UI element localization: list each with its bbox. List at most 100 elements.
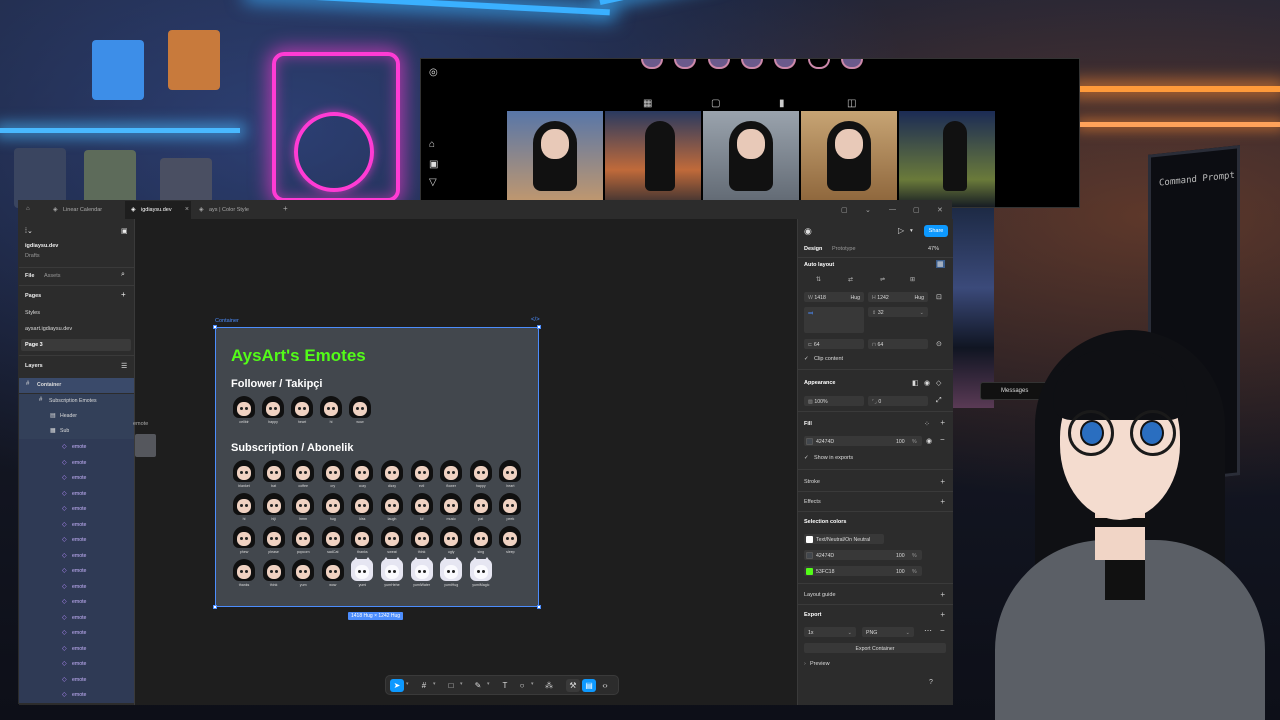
sidebar-toggle-icon[interactable]: ▣ bbox=[121, 227, 128, 235]
emote-tile[interactable]: thanks bbox=[231, 559, 257, 589]
resize-handle[interactable] bbox=[537, 605, 541, 609]
emote-tile[interactable]: kiss bbox=[349, 493, 375, 523]
grid-icon[interactable]: ⊞ bbox=[910, 276, 915, 283]
preview-label[interactable]: Preview bbox=[810, 661, 830, 667]
emote-tile[interactable]: peek bbox=[497, 493, 523, 523]
preview-toggle-icon[interactable]: › bbox=[804, 661, 806, 667]
layer-emote[interactable]: ◇ emote bbox=[19, 532, 134, 548]
selection-color-row[interactable]: 53FC18 100% bbox=[804, 566, 922, 576]
layer-emote[interactable]: ◇ emote bbox=[19, 439, 134, 455]
search-icon[interactable]: ⌕ bbox=[121, 271, 125, 279]
emote-tile[interactable]: sing bbox=[468, 526, 494, 556]
emote-tile[interactable]: flower bbox=[438, 460, 464, 490]
story-avatar[interactable] bbox=[641, 59, 663, 69]
explore-icon[interactable]: ▽ bbox=[429, 177, 437, 188]
tab-linear-calendar[interactable]: ◈ Linear Calendar bbox=[47, 201, 123, 219]
alignment-grid[interactable]: ⫤ bbox=[804, 307, 864, 333]
help-button[interactable]: ? bbox=[925, 677, 937, 689]
maximize-icon[interactable]: ▢ bbox=[913, 206, 920, 214]
frame-tool-icon[interactable]: # bbox=[417, 679, 431, 692]
emote-tile[interactable]: popcorn bbox=[290, 526, 316, 556]
emote-tile[interactable]: cozy bbox=[349, 460, 375, 490]
chevron-down-icon[interactable]: ▾ bbox=[406, 681, 409, 687]
emote-tile[interactable]: happy bbox=[260, 396, 286, 426]
reels-tab-icon[interactable]: ▢ bbox=[711, 98, 720, 109]
tab-igdiaysu[interactable]: ◈ igdiaysu.dev × bbox=[125, 201, 191, 219]
export-button[interactable]: Export Container bbox=[804, 643, 946, 653]
shape-tool-icon[interactable]: □ bbox=[444, 679, 458, 692]
chevron-down-icon[interactable]: ▾ bbox=[910, 228, 913, 234]
emote-tile[interactable]: yum bbox=[290, 559, 316, 589]
emote-tile[interactable]: wow bbox=[320, 559, 346, 589]
design-canvas[interactable]: emote Container </> AysArt's Emotes Foll… bbox=[133, 219, 797, 705]
layer-emote[interactable]: ◇ emote bbox=[19, 516, 134, 532]
move-tool-icon[interactable]: ➤ bbox=[390, 679, 404, 692]
layer-sub[interactable]: ▦ Sub bbox=[19, 424, 134, 439]
more-options-icon[interactable]: ⋯ bbox=[924, 626, 932, 635]
layers-options-icon[interactable]: ☰ bbox=[121, 362, 127, 370]
wrap-icon[interactable]: ⇌ bbox=[880, 276, 885, 283]
padding-options-icon[interactable]: ⊙ bbox=[936, 340, 942, 348]
story-avatar[interactable] bbox=[841, 59, 863, 69]
auto-layout-toggle-icon[interactable]: ▦ bbox=[936, 260, 945, 268]
emote-tile[interactable]: please bbox=[261, 526, 287, 556]
instagram-logo-icon[interactable]: ◎ bbox=[429, 67, 438, 78]
container-frame[interactable]: AysArt's Emotes Follower / Takipçi cellb… bbox=[213, 325, 541, 609]
emote-ghost[interactable] bbox=[135, 434, 156, 457]
post-thumbnail[interactable] bbox=[703, 111, 799, 207]
emote-tile[interactable]: wow bbox=[347, 396, 373, 426]
page-item-aysart[interactable]: aysart.igdiaysu.dev bbox=[21, 323, 131, 335]
story-avatar[interactable] bbox=[708, 59, 730, 69]
emote-tile[interactable]: blanket bbox=[231, 460, 257, 490]
page-item-page3[interactable]: Page 3 bbox=[21, 339, 131, 351]
vertical-padding-field[interactable]: ⊓ 64 bbox=[868, 339, 928, 349]
emote-tile[interactable]: laugh bbox=[379, 493, 405, 523]
layer-emote[interactable]: ◇ emote bbox=[19, 547, 134, 563]
chevron-down-icon[interactable]: ⌄ bbox=[865, 206, 871, 214]
story-avatar[interactable] bbox=[774, 59, 796, 69]
emote-tile[interactable]: evil bbox=[409, 460, 435, 490]
opacity-field[interactable]: ▨ 100% bbox=[804, 396, 864, 406]
layer-emote[interactable]: ◇ emote bbox=[19, 625, 134, 641]
pen-tool-icon[interactable]: ✎ bbox=[471, 679, 485, 692]
figma-menu-icon[interactable]: ⁞⌄ bbox=[25, 227, 33, 235]
code-icon[interactable]: </> bbox=[531, 317, 540, 323]
emote-tile[interactable]: bat bbox=[261, 460, 287, 490]
close-window-icon[interactable]: ✕ bbox=[937, 206, 943, 214]
gap-field[interactable]: ⇕ 32 ⌄ bbox=[868, 307, 928, 317]
page-item-styles[interactable]: Styles bbox=[21, 307, 131, 319]
present-icon[interactable]: ▷ bbox=[898, 226, 904, 235]
comment-tool-icon[interactable]: ○ bbox=[515, 679, 529, 692]
chevron-down-icon[interactable]: ▾ bbox=[460, 681, 463, 687]
post-thumbnail[interactable] bbox=[801, 111, 897, 207]
resizing-icon[interactable]: ⊡ bbox=[936, 293, 942, 301]
share-button[interactable]: Share bbox=[924, 225, 948, 237]
text-tool-icon[interactable]: T bbox=[498, 679, 512, 692]
layer-emote[interactable]: ◇ emote bbox=[19, 656, 134, 672]
fill-color-field[interactable]: 42474D 100 % bbox=[804, 436, 922, 446]
remove-fill-icon[interactable]: − bbox=[940, 435, 945, 444]
emote-tile[interactable]: yumi bbox=[349, 557, 375, 589]
chevron-down-icon[interactable]: ▾ bbox=[433, 681, 436, 687]
color-swatch[interactable] bbox=[806, 551, 813, 559]
emote-tile[interactable]: yumiHug bbox=[438, 557, 464, 589]
height-field[interactable]: H 1242 Hug bbox=[868, 292, 928, 302]
emote-tile[interactable]: phew bbox=[231, 526, 257, 556]
story-avatar[interactable] bbox=[741, 59, 763, 69]
add-export-icon[interactable]: + bbox=[940, 610, 945, 619]
home-tab[interactable]: ⌂ bbox=[19, 201, 37, 219]
width-field[interactable]: W 1418 Hug bbox=[804, 292, 864, 302]
tagged-tab-icon[interactable]: ◫ bbox=[847, 98, 856, 109]
direction-vertical-icon[interactable]: ⇅ bbox=[816, 276, 821, 283]
actions-icon[interactable]: ⁂ bbox=[542, 679, 556, 692]
remove-export-icon[interactable]: − bbox=[940, 626, 945, 635]
emote-tile[interactable]: lul bbox=[409, 493, 435, 523]
layer-subscription-emotes[interactable]: # Subscription Emotes bbox=[19, 394, 134, 409]
emote-tile[interactable]: hmm bbox=[290, 493, 316, 523]
tab-color-style[interactable]: ◈ ays | Color Style bbox=[193, 201, 269, 219]
emote-tile[interactable]: pat bbox=[468, 493, 494, 523]
reels-icon[interactable]: ▣ bbox=[429, 159, 438, 170]
layer-emote[interactable]: ◇ emote bbox=[19, 671, 134, 687]
resize-handle[interactable] bbox=[213, 605, 217, 609]
emote-tile[interactable]: yumHehe bbox=[379, 557, 405, 589]
